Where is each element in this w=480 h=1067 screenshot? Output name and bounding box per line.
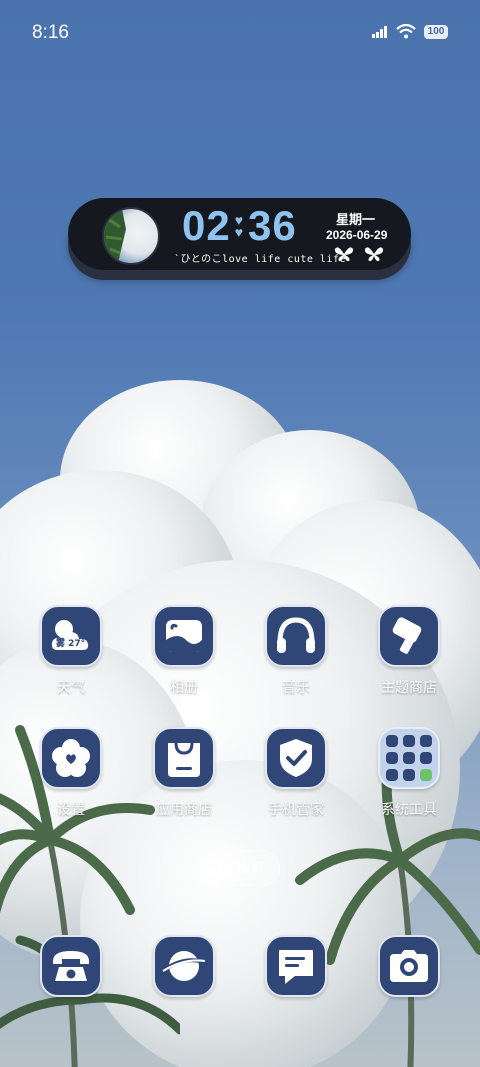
widget-subtitle: `ひとのこlove life cute life bbox=[174, 254, 347, 265]
app-music[interactable]: 音乐 bbox=[241, 605, 351, 697]
search-label: 搜索 bbox=[236, 861, 264, 877]
wifi-icon bbox=[396, 24, 416, 39]
app-label: 天气 bbox=[57, 680, 85, 696]
app-phone-manager[interactable]: 手机管家 bbox=[241, 727, 351, 819]
butterfly-icon bbox=[364, 247, 384, 262]
app-label: 主题商店 bbox=[381, 680, 437, 696]
status-icons: 100 bbox=[372, 24, 448, 39]
app-gallery[interactable]: 相册 bbox=[129, 605, 239, 697]
widget-date: 2026-06-29 bbox=[326, 228, 388, 242]
camera-icon bbox=[378, 935, 440, 997]
folder-system-tools[interactable]: 系统工具 bbox=[354, 727, 464, 819]
messages-icon bbox=[265, 935, 327, 997]
app-label: 相册 bbox=[170, 680, 198, 696]
flower-gear-icon bbox=[40, 727, 102, 789]
folder-icon bbox=[378, 727, 440, 789]
app-theme-store[interactable]: 主题商店 bbox=[354, 605, 464, 697]
app-settings[interactable]: 设置 bbox=[16, 727, 126, 819]
weather-badge: 雾 27° bbox=[56, 639, 86, 649]
shopping-bag-icon bbox=[153, 727, 215, 789]
butterflies bbox=[334, 246, 384, 262]
app-label: 设置 bbox=[57, 802, 85, 818]
status-time: 8:16 bbox=[32, 22, 69, 43]
app-label: 应用商店 bbox=[156, 802, 212, 818]
wallpaper bbox=[0, 0, 480, 1067]
clock-widget[interactable]: 02 ♥ ♥ 36 `ひとのこlove life cute life 星期一 20… bbox=[68, 198, 411, 270]
paint-roller-icon bbox=[378, 605, 440, 667]
dock-camera[interactable] bbox=[354, 935, 464, 997]
status-bar: 8:16 100 bbox=[0, 0, 480, 70]
dock-browser[interactable] bbox=[129, 935, 239, 997]
widget-clock: 02 ♥ ♥ 36 bbox=[182, 202, 297, 250]
butterfly-icon bbox=[334, 247, 354, 262]
gallery-icon bbox=[153, 605, 215, 667]
heart-separator-icon: ♥ ♥ bbox=[234, 212, 245, 240]
search-icon bbox=[218, 862, 231, 875]
browser-planet-icon bbox=[153, 935, 215, 997]
signal-icon bbox=[372, 25, 387, 38]
clock-minutes: 36 bbox=[248, 202, 297, 249]
app-app-store[interactable]: 应用商店 bbox=[129, 727, 239, 819]
app-label: 音乐 bbox=[282, 680, 310, 696]
dock-messages[interactable] bbox=[241, 935, 351, 997]
headphones-icon bbox=[265, 605, 327, 667]
battery-indicator: 100 bbox=[424, 24, 448, 39]
widget-weekday: 星期一 bbox=[336, 213, 376, 228]
app-weather[interactable]: 天气 bbox=[16, 605, 126, 697]
shield-check-icon bbox=[265, 727, 327, 789]
phone-icon bbox=[40, 935, 102, 997]
clock-hours: 02 bbox=[182, 202, 231, 249]
dock-phone[interactable] bbox=[16, 935, 126, 997]
widget-photo bbox=[102, 207, 160, 265]
app-label: 系统工具 bbox=[381, 802, 437, 818]
search-button[interactable]: 搜索 bbox=[202, 850, 280, 886]
app-label: 手机管家 bbox=[268, 802, 324, 818]
